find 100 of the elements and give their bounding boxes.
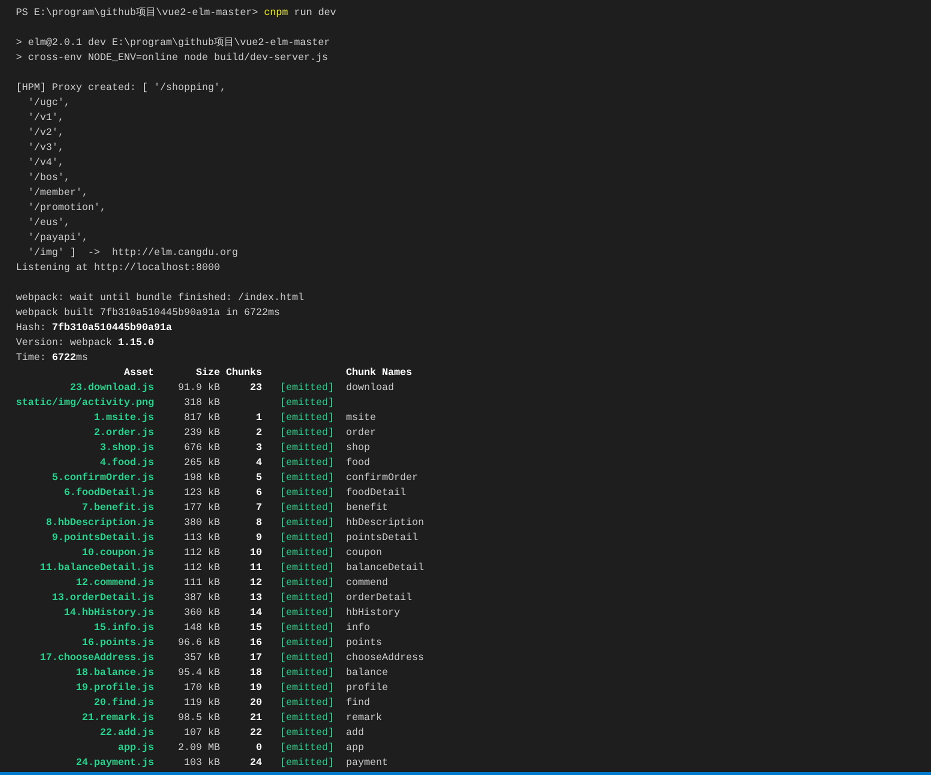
asset-size: 239 kB xyxy=(184,426,220,441)
chunk-id: 1 xyxy=(256,412,262,426)
chunk-name: balance xyxy=(346,666,388,681)
emitted-status: [emitted] xyxy=(280,636,334,651)
asset-name: 14.hbHistory.js xyxy=(64,606,154,621)
emitted-status: [emitted] xyxy=(280,562,334,576)
emitted-status: [emitted] xyxy=(280,666,334,681)
chunk-id: 16 xyxy=(250,637,262,651)
output-line: > elm@2.0.1 dev E:\program\github项目\vue2-elm-master xyxy=(16,36,330,51)
emitted-status: [emitted] xyxy=(280,426,334,441)
asset-size: 676 kB xyxy=(184,442,220,456)
asset-size: 360 kB xyxy=(184,606,220,621)
asset-name: 4.food.js xyxy=(100,456,154,471)
chunk-name: pointsDetail xyxy=(346,532,418,546)
asset-name: 20.find.js xyxy=(94,696,154,711)
chunk-name: foodDetail xyxy=(346,486,406,501)
asset-size: 107 kB xyxy=(184,726,220,741)
chunk-id: 11 xyxy=(250,562,262,576)
output-line: '/bos', xyxy=(27,172,70,186)
chunk-id: 9 xyxy=(256,532,262,546)
output-line: > cross-env NODE_ENV=online node build/dev-server.js xyxy=(16,52,328,66)
asset-name: 18.balance.js xyxy=(76,666,154,681)
column-header: Asset xyxy=(122,367,154,381)
output-line: webpack: wait until bundle finished: /index.html xyxy=(16,292,304,306)
chunk-name: profile xyxy=(346,682,388,696)
asset-name: 17.chooseAddress.js xyxy=(40,652,154,666)
chunk-name: points xyxy=(346,636,382,651)
chunk-id: 8 xyxy=(256,517,262,531)
emitted-status: [emitted] xyxy=(280,516,334,531)
chunk-name: hbDescription xyxy=(346,516,424,531)
asset-name: 3.shop.js xyxy=(100,442,154,456)
asset-name: 9.pointsDetail.js xyxy=(52,532,154,546)
emitted-status: [emitted] xyxy=(280,712,334,726)
asset-name: 23.download.js xyxy=(70,382,154,396)
emitted-status: [emitted] xyxy=(280,486,334,501)
output-line: '/img' ] -> http://elm.cangdu.org xyxy=(27,246,238,261)
emitted-status: [emitted] xyxy=(280,756,334,771)
asset-size: 111 kB xyxy=(184,576,220,591)
chunk-id: 24 xyxy=(250,757,262,771)
emitted-status: [emitted] xyxy=(280,622,334,636)
output-line: [HPM] Proxy created: [ '/shopping', xyxy=(16,82,226,96)
column-header: Size xyxy=(194,366,220,381)
asset-size: 380 kB xyxy=(184,516,220,531)
emitted-status: [emitted] xyxy=(280,396,334,411)
asset-size: 177 kB xyxy=(184,502,220,516)
asset-size: 198 kB xyxy=(184,472,220,486)
chunk-name: info xyxy=(346,622,370,636)
output-line: '/promotion', xyxy=(27,202,106,216)
chunk-id: 18 xyxy=(250,667,262,681)
output-line: '/v3', xyxy=(27,142,64,156)
output-line: Hash: 7fb310a510445b90a91a xyxy=(16,322,172,336)
emitted-status: [emitted] xyxy=(280,456,334,471)
emitted-status: [emitted] xyxy=(280,382,334,396)
emitted-status: [emitted] xyxy=(280,696,334,711)
asset-name: app.js xyxy=(118,742,154,756)
emitted-status: [emitted] xyxy=(280,652,334,666)
chunk-id: 10 xyxy=(250,547,262,561)
asset-size: 357 kB xyxy=(184,652,220,666)
chunk-name: hbHistory xyxy=(346,606,400,621)
chunk-name: msite xyxy=(346,412,376,426)
emitted-status: [emitted] xyxy=(280,592,334,606)
asset-name: 8.hbDescription.js xyxy=(46,516,154,531)
asset-name: 7.benefit.js xyxy=(82,502,154,516)
asset-name: 2.order.js xyxy=(94,426,154,441)
asset-name: 1.msite.js xyxy=(94,412,154,426)
emitted-status: [emitted] xyxy=(280,576,334,591)
chunk-id: 19 xyxy=(250,682,262,696)
asset-name: 13.orderDetail.js xyxy=(52,592,154,606)
asset-size: 95.4 kB xyxy=(178,666,220,681)
chunk-id: 4 xyxy=(256,457,262,471)
column-header: Chunk Names xyxy=(346,366,414,381)
chunk-id: 15 xyxy=(250,622,262,636)
output-line: '/v4', xyxy=(27,156,64,171)
asset-size: 112 kB xyxy=(184,546,220,561)
chunk-name: payment xyxy=(346,757,388,771)
chunk-name: coupon xyxy=(346,547,382,561)
asset-name: 16.points.js xyxy=(82,636,154,651)
chunk-name: commend xyxy=(346,576,388,591)
emitted-status: [emitted] xyxy=(280,502,334,516)
chunk-name: balanceDetail xyxy=(346,562,424,576)
emitted-status: [emitted] xyxy=(280,442,334,456)
emitted-status: [emitted] xyxy=(280,742,334,756)
output-line: Listening at http://localhost:8000 xyxy=(16,262,220,276)
chunk-name: find xyxy=(346,696,370,711)
chunk-name: confirmOrder xyxy=(346,472,418,486)
chunk-id: 5 xyxy=(256,472,262,486)
asset-name: 19.profile.js xyxy=(76,682,154,696)
chunk-id: 12 xyxy=(250,577,262,591)
prompt-path: PS E:\program\github项目\vue2-elm-master> xyxy=(16,6,258,21)
asset-name: 12.commend.js xyxy=(76,576,154,591)
output-line: webpack built 7fb310a510445b90a91a in 6722ms xyxy=(16,306,280,321)
asset-name: 10.coupon.js xyxy=(82,546,154,561)
chunk-name: order xyxy=(346,426,376,441)
asset-size: 387 kB xyxy=(184,592,220,606)
asset-name: 11.balanceDetail.js xyxy=(40,562,154,576)
chunk-name: app xyxy=(346,742,364,756)
chunk-id: 0 xyxy=(256,742,262,756)
emitted-status: [emitted] xyxy=(280,726,334,741)
asset-size: 112 kB xyxy=(184,562,220,576)
asset-size: 170 kB xyxy=(184,682,220,696)
